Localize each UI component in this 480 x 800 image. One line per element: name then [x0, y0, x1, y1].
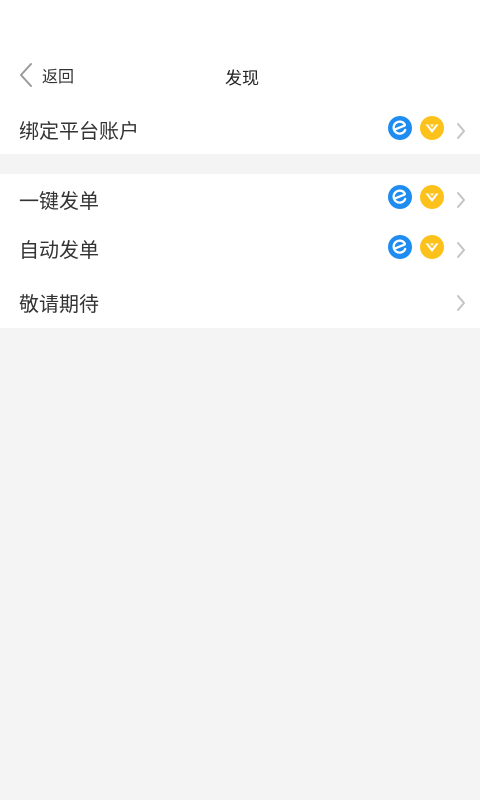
section-bind-accounts: 绑定平台账户 — [0, 100, 480, 154]
list-item-label: 敬请期待 — [19, 292, 99, 316]
list-item-auto-dispatch[interactable]: 自动发单 — [0, 222, 480, 276]
list-item-label: 一键发单 — [19, 189, 99, 213]
chevron-right-icon — [457, 242, 465, 258]
meituan-icon — [420, 116, 444, 140]
nav-header: 返回 发现 — [0, 40, 480, 100]
list-item-coming-soon[interactable]: 敬请期待 — [0, 276, 480, 328]
chevron-right-icon — [457, 192, 465, 208]
meituan-icon — [420, 235, 444, 259]
list-item-one-click-dispatch[interactable]: 一键发单 — [0, 174, 480, 222]
section-dispatch: 一键发单 自动发单 敬请期待 — [0, 174, 480, 328]
page-title: 发现 — [225, 69, 259, 89]
list-item-label: 绑定平台账户 — [19, 119, 139, 143]
chevron-right-icon — [457, 123, 465, 139]
eleme-icon — [388, 116, 412, 140]
chevron-right-icon — [457, 295, 465, 311]
list-item-label: 自动发单 — [19, 238, 99, 262]
eleme-icon — [388, 185, 412, 209]
eleme-icon — [388, 235, 412, 259]
meituan-icon — [420, 185, 444, 209]
list-item-bind-platform-account[interactable]: 绑定平台账户 — [0, 100, 480, 154]
status-bar — [0, 0, 480, 40]
